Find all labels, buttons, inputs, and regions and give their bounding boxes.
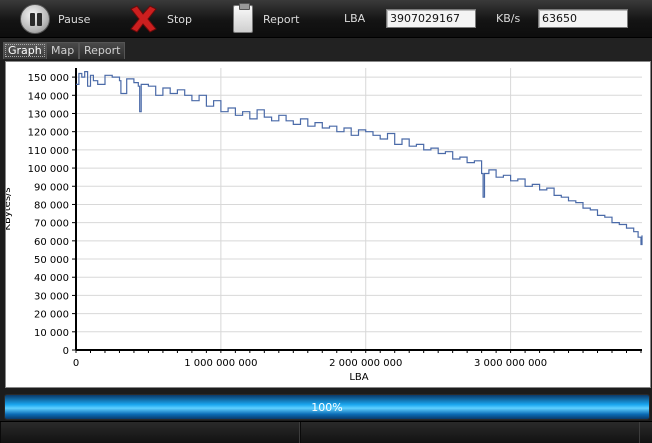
lba-label: LBA bbox=[344, 12, 366, 25]
status-bar bbox=[0, 421, 652, 443]
status-cell bbox=[300, 422, 640, 443]
y-tick-label: 60 000 bbox=[34, 237, 69, 248]
y-axis-title: KBytes/s bbox=[6, 187, 13, 230]
y-tick-label: 30 000 bbox=[34, 291, 69, 302]
pause-label: Pause bbox=[58, 12, 91, 26]
y-tick-label: 0 bbox=[63, 346, 69, 357]
stop-label: Stop bbox=[167, 12, 193, 26]
pause-icon bbox=[20, 4, 50, 34]
clipboard-icon bbox=[233, 3, 253, 33]
tab-bar: Graph Map Report bbox=[0, 38, 652, 60]
y-tick-label: 120 000 bbox=[28, 128, 69, 139]
x-tick-label: 3 000 000 000 bbox=[474, 358, 547, 369]
tab-map[interactable]: Map bbox=[46, 42, 80, 59]
y-tick-label: 90 000 bbox=[34, 182, 69, 193]
y-tick-label: 140 000 bbox=[28, 91, 69, 102]
report-label: Report bbox=[263, 12, 300, 26]
graph-panel: 0 10 000 20 000 30 000 40 000 50 000 60 000 70 … bbox=[5, 61, 651, 388]
progress-bar: 100% bbox=[4, 394, 650, 420]
kbs-label: KB/s bbox=[496, 12, 521, 25]
y-tick-label: 110 000 bbox=[28, 146, 69, 157]
y-tick-label: 80 000 bbox=[34, 200, 69, 211]
y-tick-label: 130 000 bbox=[28, 109, 69, 120]
x-tick-label: 2 000 000 000 bbox=[329, 358, 402, 369]
y-tick-label: 100 000 bbox=[28, 164, 69, 175]
lba-field[interactable] bbox=[386, 9, 476, 28]
tab-graph[interactable]: Graph bbox=[3, 42, 47, 59]
kbs-field[interactable] bbox=[538, 9, 628, 28]
status-cell bbox=[0, 422, 300, 443]
pause-button[interactable]: Pause bbox=[20, 0, 90, 38]
stop-icon bbox=[130, 5, 157, 33]
y-tick-label: 70 000 bbox=[34, 219, 69, 230]
y-tick-label: 40 000 bbox=[34, 273, 69, 284]
transfer-rate-line bbox=[76, 71, 643, 246]
progress-label: 100% bbox=[311, 401, 343, 414]
x-tick-label: 1 000 000 000 bbox=[184, 358, 257, 369]
x-tick-label: 0 bbox=[73, 358, 79, 369]
toolbar: Pause Stop Report LBA KB/s bbox=[0, 0, 652, 38]
y-tick-label: 20 000 bbox=[34, 310, 69, 321]
tab-report[interactable]: Report bbox=[79, 42, 126, 59]
stop-button[interactable]: Stop bbox=[127, 0, 192, 38]
transfer-rate-chart: 0 10 000 20 000 30 000 40 000 50 000 60 000 70 … bbox=[6, 68, 643, 383]
report-button[interactable]: Report bbox=[233, 0, 299, 38]
y-tick-label: 150 000 bbox=[28, 73, 69, 84]
y-tick-label: 50 000 bbox=[34, 255, 69, 266]
x-axis-title: LBA bbox=[349, 372, 368, 383]
y-tick-label: 10 000 bbox=[34, 328, 69, 339]
